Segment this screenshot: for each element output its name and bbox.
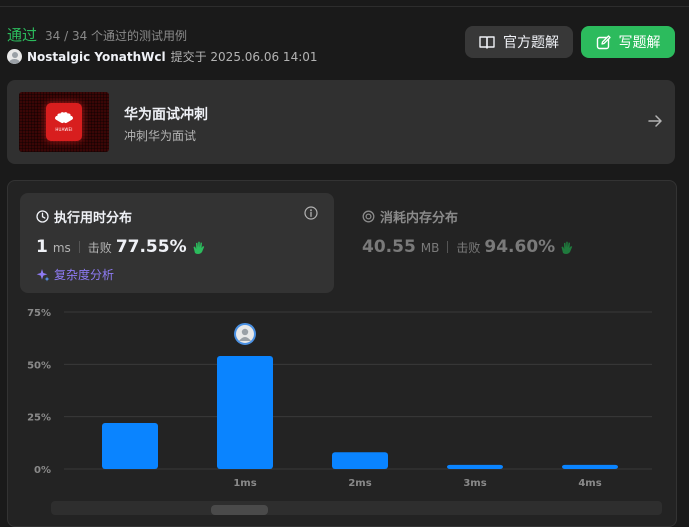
sparkle-icon (36, 268, 50, 281)
y-tick-label: 25% (27, 413, 51, 424)
complexity-analysis-label: 复杂度分析 (54, 268, 115, 282)
testcase-count: 34 / 34 个通过的测试用例 (45, 29, 188, 43)
chart-bar[interactable] (562, 464, 618, 469)
runtime-distribution-chart: 75% 50% 25% 0% 1ms 2ms 3ms 4ms (27, 308, 652, 489)
memory-chip-icon (362, 210, 375, 223)
submitted-time: 提交于 2025.06.06 14:01 (170, 50, 318, 64)
author-name[interactable]: Nostalgic YonathWcl (27, 50, 166, 64)
x-tick-label: 2ms (348, 478, 371, 489)
promo-image: HUAWEI (19, 92, 109, 152)
memory-value: 40.55 (362, 237, 416, 257)
submission-info: Nostalgic YonathWcl 提交于 2025.06.06 14:01 (7, 48, 318, 65)
official-solution-label: 官方题解 (503, 35, 559, 51)
metric-divider (447, 241, 449, 253)
metric-divider (78, 241, 80, 253)
chart-bar[interactable] (102, 422, 158, 469)
user-avatar[interactable] (7, 49, 22, 64)
runtime-beat-label: 击败 (87, 241, 112, 255)
huawei-logo-text: HUAWEI (55, 127, 73, 132)
runtime-title: 执行用时分布 (36, 207, 132, 226)
promo-subtitle: 冲刺华为面试 (124, 129, 197, 143)
write-solution-label: 写题解 (618, 35, 661, 51)
clock-icon (36, 210, 49, 223)
runtime-metric: 1 ms 击败 77.55% (36, 237, 207, 257)
info-icon[interactable] (304, 206, 318, 220)
y-tick-label: 0% (34, 465, 51, 476)
x-tick-label: 1ms (233, 478, 256, 489)
chart-bar[interactable] (447, 464, 503, 469)
edit-icon (596, 34, 611, 49)
runtime-title-label: 执行用时分布 (54, 211, 133, 226)
memory-title-label: 消耗内存分布 (380, 211, 459, 226)
result-status: 通过 34 / 34 个通过的测试用例 (7, 24, 187, 45)
huawei-logo: HUAWEI (46, 103, 82, 141)
y-tick-label: 50% (27, 360, 51, 371)
top-divider (0, 6, 689, 7)
official-solution-button[interactable]: 官方题解 (465, 26, 573, 58)
memory-metric: 40.55 MB 击败 94.60% (362, 237, 575, 257)
y-tick-label: 75% (27, 308, 51, 319)
runtime-card[interactable]: 执行用时分布 1 ms 击败 77.55% 复杂度分析 (20, 193, 334, 293)
memory-title: 消耗内存分布 (362, 207, 458, 226)
x-tick-label: 3ms (463, 478, 486, 489)
book-icon (479, 36, 495, 49)
status-pass-label: 通过 (7, 26, 38, 44)
chart-bar[interactable] (217, 355, 273, 469)
runtime-beat-value: 77.55% (115, 237, 187, 257)
memory-beat-label: 击败 (456, 241, 481, 255)
memory-unit: MB (420, 241, 440, 255)
promo-banner[interactable]: HUAWEI 华为面试冲刺 冲刺华为面试 (7, 80, 675, 164)
runtime-value: 1 (36, 237, 48, 257)
memory-card[interactable]: 消耗内存分布 40.55 MB 击败 94.60% (362, 193, 662, 293)
scrollbar-thumb[interactable] (211, 505, 268, 515)
write-solution-button[interactable]: 写题解 (581, 26, 675, 58)
chart-bar[interactable] (332, 452, 388, 469)
clap-icon (561, 241, 573, 254)
clap-icon (193, 241, 204, 254)
runtime-unit: ms (52, 241, 71, 255)
memory-beat-value: 94.60% (484, 237, 556, 257)
arrow-right-icon[interactable] (647, 113, 663, 129)
x-tick-label: 4ms (578, 478, 601, 489)
avatar-head (241, 328, 249, 336)
promo-title: 华为面试冲刺 (124, 107, 208, 123)
complexity-analysis-link[interactable]: 复杂度分析 (36, 266, 114, 283)
